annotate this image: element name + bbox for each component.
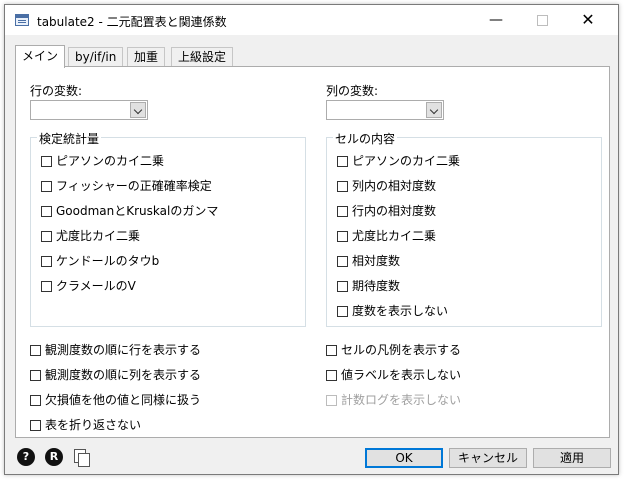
checkbox-label: 行内の相対度数 [352, 204, 437, 218]
checkbox-label: 表を折り返さない [45, 418, 142, 432]
checkbox-relative-freq[interactable]: 相対度数 [337, 254, 400, 270]
checkbox-no-wrap[interactable]: 表を折り返さない [30, 418, 141, 434]
checkbox-cell-likelihood-ratio[interactable]: 尤度比カイ二乗 [337, 229, 436, 245]
column-variable-label: 列の変数: [326, 84, 379, 98]
checkbox-hide-count-log: 計数ログを表示しない [326, 393, 461, 409]
reset-icon[interactable]: R [45, 448, 63, 466]
tab-by-if-in[interactable]: by/if/in [68, 47, 124, 67]
checkbox-icon[interactable] [337, 156, 348, 167]
checkbox-icon[interactable] [326, 370, 337, 381]
tab-weights[interactable]: 加重 [127, 47, 166, 67]
checkbox-icon[interactable] [41, 281, 52, 292]
checkbox-icon[interactable] [337, 281, 348, 292]
checkbox-label: 度数を表示しない [352, 304, 449, 318]
close-button[interactable]: ✕ [565, 5, 611, 35]
checkbox-label: 欠損値を他の値と同様に扱う [45, 393, 202, 407]
checkbox-icon[interactable] [337, 231, 348, 242]
checkbox-label: 相対度数 [352, 254, 401, 268]
checkbox-label: 観測度数の順に列を表示する [45, 368, 202, 382]
checkbox-sort-columns[interactable]: 観測度数の順に列を表示する [30, 368, 201, 384]
minimize-button[interactable]: — [473, 5, 519, 35]
checkbox-icon[interactable] [30, 395, 41, 406]
checkbox-icon[interactable] [337, 181, 348, 192]
checkbox-icon[interactable] [41, 156, 52, 167]
checkbox-hide-value-labels[interactable]: 値ラベルを表示しない [326, 368, 461, 384]
maximize-icon [536, 14, 548, 26]
checkbox-icon [326, 395, 337, 406]
checkbox-icon[interactable] [326, 345, 337, 356]
checkbox-row-relative-freq[interactable]: 行内の相対度数 [337, 204, 436, 220]
checkbox-label: 値ラベルを表示しない [341, 368, 462, 382]
tab-advanced[interactable]: 上級設定 [171, 47, 234, 67]
title-bar[interactable]: tabulate2 - 二元配置表と関連係数 — ✕ [5, 5, 618, 35]
checkbox-likelihood-ratio[interactable]: 尤度比カイ二乗 [41, 229, 140, 245]
checkbox-label: 計数ログを表示しない [341, 393, 462, 407]
checkbox-pearson-chi2[interactable]: ピアソンのカイ二乗 [41, 154, 164, 170]
checkbox-label: セルの凡例を表示する [341, 343, 462, 357]
checkbox-label: 期待度数 [352, 279, 401, 293]
checkbox-icon[interactable] [30, 370, 41, 381]
tab-main[interactable]: メイン [15, 45, 66, 68]
checkbox-label: ピアソンのカイ二乗 [56, 154, 165, 168]
checkbox-icon[interactable] [41, 181, 52, 192]
checkbox-label: 列内の相対度数 [352, 179, 437, 193]
test-statistics-title: 検定統計量 [37, 130, 102, 147]
column-variable-combo[interactable] [326, 100, 444, 120]
checkbox-icon[interactable] [41, 256, 52, 267]
row-variable-combo[interactable] [30, 100, 148, 120]
cell-contents-title: セルの内容 [333, 130, 398, 147]
checkbox-hide-freq[interactable]: 度数を表示しない [337, 304, 448, 320]
checkbox-icon[interactable] [41, 206, 52, 217]
checkbox-label: 尤度比カイ二乗 [352, 229, 437, 243]
checkbox-label: クラメールのV [56, 279, 136, 293]
copy-icon[interactable] [72, 448, 90, 467]
window-title: tabulate2 - 二元配置表と関連係数 [37, 15, 227, 29]
chevron-down-icon[interactable] [426, 102, 442, 118]
checkbox-column-relative-freq[interactable]: 列内の相対度数 [337, 179, 436, 195]
dialog-icon [15, 14, 29, 26]
checkbox-label: ピアソンのカイ二乗 [352, 154, 461, 168]
checkbox-icon[interactable] [30, 345, 41, 356]
checkbox-label: GoodmanとKruskalのガンマ [56, 204, 219, 218]
maximize-button [519, 5, 565, 35]
cancel-button[interactable]: キャンセル [449, 448, 527, 468]
checkbox-gamma[interactable]: GoodmanとKruskalのガンマ [41, 204, 218, 220]
dialog-window: tabulate2 - 二元配置表と関連係数 — ✕ メイン by/if/in … [4, 4, 619, 475]
checkbox-show-cell-legend[interactable]: セルの凡例を表示する [326, 343, 461, 359]
checkbox-expected-freq[interactable]: 期待度数 [337, 279, 400, 295]
ok-button[interactable]: OK [365, 448, 443, 468]
checkbox-icon[interactable] [337, 256, 348, 267]
checkbox-label: ケンドールのタウb [56, 254, 160, 268]
help-icon[interactable]: ? [17, 448, 35, 466]
checkbox-icon[interactable] [337, 206, 348, 217]
checkbox-label: 尤度比カイ二乗 [56, 229, 141, 243]
checkbox-fisher-exact[interactable]: フィッシャーの正確確率検定 [41, 179, 212, 195]
test-statistics-group: 検定統計量 ピアソンのカイ二乗 フィッシャーの正確確率検定 GoodmanとKr… [30, 130, 306, 327]
checkbox-cramers-v[interactable]: クラメールのV [41, 279, 136, 295]
checkbox-icon[interactable] [337, 306, 348, 317]
checkbox-sort-rows[interactable]: 観測度数の順に行を表示する [30, 343, 201, 359]
cell-contents-group: セルの内容 ピアソンのカイ二乗 列内の相対度数 行内の相対度数 尤度比カイ二乗 … [326, 130, 602, 327]
main-panel: 行の変数: 列の変数: 検定統計量 ピアソンのカイ二乗 フィッシャーの正確確率検… [15, 66, 610, 438]
checkbox-treat-missing[interactable]: 欠損値を他の値と同様に扱う [30, 393, 201, 409]
checkbox-icon[interactable] [30, 420, 41, 431]
chevron-down-icon[interactable] [130, 102, 146, 118]
checkbox-label: 観測度数の順に行を表示する [45, 343, 202, 357]
apply-button[interactable]: 適用 [533, 448, 611, 468]
row-variable-label: 行の変数: [30, 84, 83, 98]
checkbox-label: フィッシャーの正確確率検定 [56, 179, 212, 193]
checkbox-cell-pearson-chi2[interactable]: ピアソンのカイ二乗 [337, 154, 460, 170]
checkbox-icon[interactable] [41, 231, 52, 242]
checkbox-kendall-taub[interactable]: ケンドールのタウb [41, 254, 159, 270]
